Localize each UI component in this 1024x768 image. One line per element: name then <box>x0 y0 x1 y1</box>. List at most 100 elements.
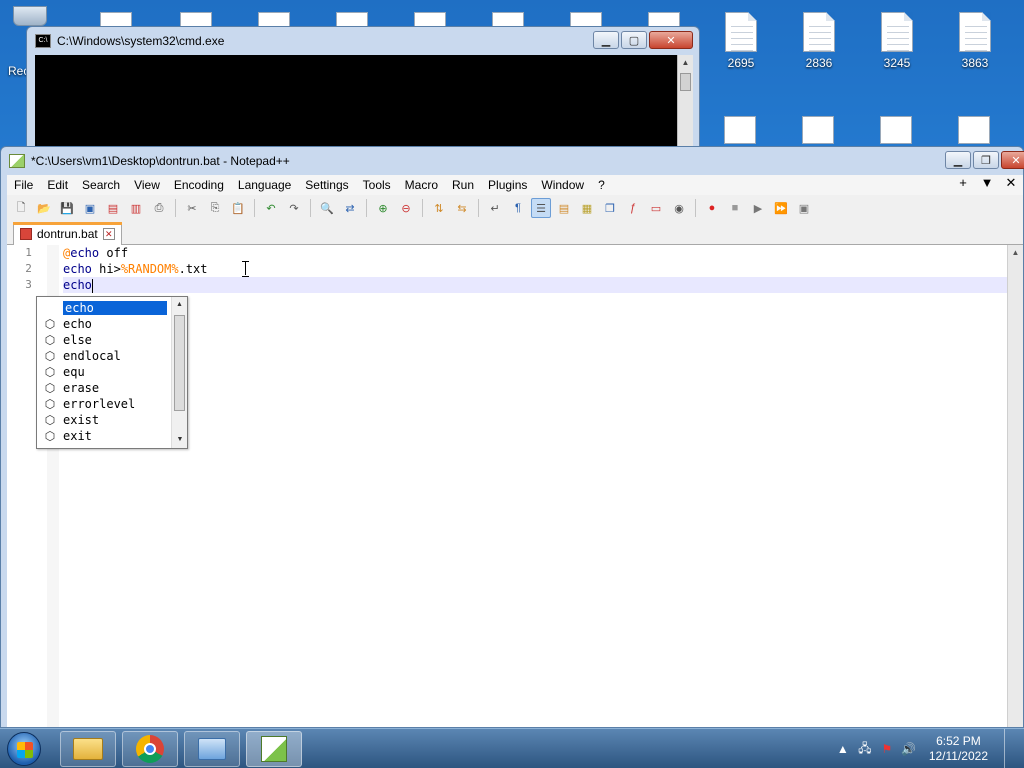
npp-title-bar[interactable]: *C:\Users\vm1\Desktop\dontrun.bat - Note… <box>1 147 1023 175</box>
paste-icon[interactable]: 📋 <box>228 198 248 218</box>
network-icon[interactable]: 🖧 <box>857 741 873 757</box>
code-line[interactable]: @echo off <box>63 245 1007 261</box>
taskbar-chrome[interactable] <box>122 730 178 767</box>
scroll-up-arrow-icon[interactable]: ▲ <box>678 55 693 71</box>
close-doc-icon[interactable]: ✕ <box>999 175 1023 191</box>
menu-edit[interactable]: Edit <box>40 178 75 192</box>
undo-icon[interactable]: ↶ <box>261 198 281 218</box>
run-macro-multiple-icon[interactable]: ⏩ <box>771 198 791 218</box>
sync-vertical-icon[interactable]: ⇅ <box>429 198 449 218</box>
taskbar-notepadpp[interactable] <box>246 730 302 767</box>
replace-icon[interactable]: ⇄ <box>340 198 360 218</box>
show-desktop-button[interactable] <box>1004 729 1016 768</box>
tab-dontrun-bat[interactable]: dontrun.bat ✕ <box>13 222 122 245</box>
show-hidden-icons-icon[interactable]: ▲ <box>835 741 851 757</box>
desktop-file-partial[interactable] <box>880 116 912 144</box>
menu-help[interactable]: ? <box>591 178 612 192</box>
menu-view[interactable]: View <box>127 178 167 192</box>
redo-icon[interactable]: ↷ <box>284 198 304 218</box>
desktop-file-partial[interactable] <box>802 116 834 144</box>
doc-map-icon[interactable]: ▦ <box>577 198 597 218</box>
zoom-out-icon[interactable]: ⊖ <box>396 198 416 218</box>
autocomplete-item[interactable]: ⬡echo <box>37 300 187 316</box>
action-center-flag-icon[interactable]: ⚑ <box>879 741 895 757</box>
tab-list-icon[interactable]: ▼ <box>975 175 999 191</box>
taskbar-explorer[interactable] <box>60 730 116 767</box>
menu-run[interactable]: Run <box>445 178 481 192</box>
autocomplete-item[interactable]: ⬡ endlocal <box>37 348 187 364</box>
desktop-file-3245[interactable]: 3245 <box>862 12 932 70</box>
scroll-thumb[interactable] <box>174 315 185 411</box>
code-line[interactable]: echo <box>63 277 1007 293</box>
autocomplete-popup[interactable]: ⬡echo⬡echo⬡else⬡endlocal⬡equ⬡erase⬡error… <box>36 296 188 449</box>
close-all-icon[interactable]: ▥ <box>126 198 146 218</box>
desktop-file-partial[interactable] <box>724 116 756 144</box>
editor-vertical-scrollbar[interactable]: ▲ <box>1007 245 1023 727</box>
desktop-file-2695[interactable]: 2695 <box>706 12 776 70</box>
word-wrap-icon[interactable]: ↵ <box>485 198 505 218</box>
autocomplete-item[interactable]: ⬡ erase <box>37 380 187 396</box>
code-text[interactable]: @echo off echo hi>%RANDOM%.txt echo <box>63 245 1007 293</box>
find-icon[interactable]: 🔍 <box>317 198 337 218</box>
tab-close-icon[interactable]: ✕ <box>102 228 115 240</box>
autocomplete-scrollbar[interactable]: ▲ ▼ <box>171 297 187 448</box>
monitoring-icon[interactable]: ◉ <box>669 198 689 218</box>
close-button[interactable]: ✕ <box>1001 151 1024 169</box>
desktop-file-3863[interactable]: 3863 <box>940 12 1010 70</box>
save-macro-icon[interactable]: ▣ <box>794 198 814 218</box>
maximize-button[interactable]: ▢ <box>621 31 647 49</box>
code-line[interactable]: echo hi>%RANDOM%.txt <box>63 261 1007 277</box>
scroll-up-arrow-icon[interactable]: ▲ <box>172 297 187 313</box>
cmd-scrollbar[interactable]: ▲ <box>677 55 693 155</box>
menu-language[interactable]: Language <box>231 178 298 192</box>
user-language-icon[interactable]: ▤ <box>554 198 574 218</box>
clock[interactable]: 6:52 PM 12/11/2022 <box>929 734 988 764</box>
open-file-icon[interactable]: 📂 <box>34 198 54 218</box>
taskbar-control-panel[interactable] <box>184 730 240 767</box>
autocomplete-item[interactable]: ⬡ equ <box>37 364 187 380</box>
new-tab-icon[interactable]: + <box>951 175 975 191</box>
menu-settings[interactable]: Settings <box>298 178 355 192</box>
function-list-icon[interactable]: ƒ <box>623 198 643 218</box>
menu-tools[interactable]: Tools <box>356 178 398 192</box>
close-button[interactable]: ✕ <box>649 31 693 49</box>
new-file-icon[interactable]: 🗋 <box>11 198 31 218</box>
menu-plugins[interactable]: Plugins <box>481 178 534 192</box>
start-button[interactable] <box>0 729 48 768</box>
save-icon[interactable]: 💾 <box>57 198 77 218</box>
print-icon[interactable]: ⎙ <box>149 198 169 218</box>
scroll-thumb[interactable] <box>680 73 691 91</box>
scroll-down-arrow-icon[interactable]: ▼ <box>172 432 188 448</box>
cmd-window[interactable]: C:\ C:\Windows\system32\cmd.exe ▁ ▢ ✕ ▲ <box>26 26 700 156</box>
desktop-file-2836[interactable]: 2836 <box>784 12 854 70</box>
menu-macro[interactable]: Macro <box>398 178 445 192</box>
copy-icon[interactable]: ⎘ <box>205 198 225 218</box>
show-all-chars-icon[interactable]: ¶ <box>508 198 528 218</box>
volume-icon[interactable]: 🔊 <box>901 741 917 757</box>
sync-horizontal-icon[interactable]: ⇆ <box>452 198 472 218</box>
desktop-file-partial[interactable] <box>958 116 990 144</box>
autocomplete-item[interactable]: ⬡ exist <box>37 412 187 428</box>
menu-window[interactable]: Window <box>534 178 591 192</box>
close-file-icon[interactable]: ▤ <box>103 198 123 218</box>
menu-file[interactable]: File <box>7 178 40 192</box>
minimize-button[interactable]: ▁ <box>945 151 971 169</box>
autocomplete-item[interactable]: ⬡ errorlevel <box>37 396 187 412</box>
record-macro-icon[interactable]: ● <box>702 198 722 218</box>
play-macro-icon[interactable]: ▶ <box>748 198 768 218</box>
cut-icon[interactable]: ✂ <box>182 198 202 218</box>
autocomplete-item[interactable]: ⬡ exit <box>37 428 187 444</box>
cmd-console-area[interactable] <box>35 55 677 155</box>
scroll-up-arrow-icon[interactable]: ▲ <box>1008 245 1023 261</box>
zoom-in-icon[interactable]: ⊕ <box>373 198 393 218</box>
autocomplete-item[interactable]: ⬡echo <box>37 316 187 332</box>
indent-guide-icon[interactable]: ☰ <box>531 198 551 218</box>
folder-as-workspace-icon[interactable]: ▭ <box>646 198 666 218</box>
stop-macro-icon[interactable]: ■ <box>725 198 745 218</box>
autocomplete-item[interactable]: ⬡ else <box>37 332 187 348</box>
doc-list-icon[interactable]: ❐ <box>600 198 620 218</box>
minimize-button[interactable]: ▁ <box>593 31 619 49</box>
menu-encoding[interactable]: Encoding <box>167 178 231 192</box>
menu-search[interactable]: Search <box>75 178 127 192</box>
restore-button[interactable]: ❐ <box>973 151 999 169</box>
